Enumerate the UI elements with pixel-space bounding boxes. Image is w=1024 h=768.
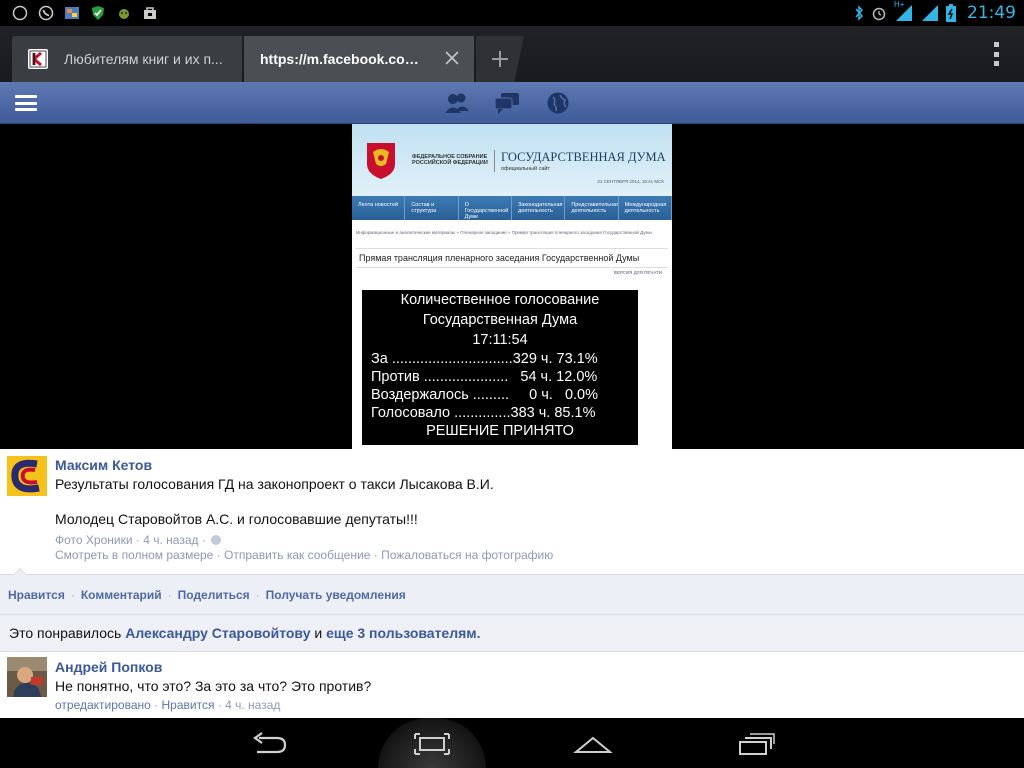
comment: Андрей Попков Не понятно, что это? За эт… [0,652,1024,718]
edited-link[interactable]: отредактировано [55,698,151,712]
duma-small-text: ФЕДЕРАЛЬНОЕ СОБРАНИЕ РОССИЙСКОЙ ФЕДЕРАЦИ… [412,154,488,166]
post-author[interactable]: Максим Кетов [55,457,152,473]
vote-row-abstain: Воздержалось ......... 0 ч. 0.0% [371,387,598,403]
tab-title: https://m.facebook.com... [260,51,428,67]
shopping-bag-icon [144,7,156,19]
post-actions: Нравится · Комментарий · Поделиться · Получ… [0,575,1024,615]
privacy-globe-icon [211,535,222,545]
android-bug-icon [119,9,129,19]
report-photo-link[interactable]: Пожаловаться на фотографию [381,548,553,562]
post-text-secondary: Молодец Старовойтов А.С. и голосовавшие … [55,511,418,527]
tab-title: Любителям книг и их п... [64,51,223,67]
photo-viewer: ФЕДЕРАЛЬНОЕ СОБРАНИЕ РОССИЙСКОЙ ФЕДЕРАЦИ… [0,124,1024,449]
messages-icon[interactable] [494,91,520,115]
duma-nav-item: Лента новостей [352,196,406,220]
new-tab-button[interactable] [476,36,524,82]
plus-icon [492,51,508,67]
tab-facebook[interactable]: https://m.facebook.com... [244,36,474,82]
viber-icon [38,5,54,21]
likes-and: и [314,625,323,641]
post-text: Результаты голосования ГД на законопроек… [55,476,494,492]
compass-icon [12,5,28,21]
facebook-header [0,82,1024,124]
vote-row-for: За ..............................329 ч. … [371,351,598,367]
duma-nav-item: Международная деятельность [619,196,672,220]
comment-time: 4 ч. назад [225,698,281,712]
duma-print-version: ВЕРСИЯ ДЛЯ ПЕЧАТИ [613,270,662,275]
close-tab-icon[interactable] [444,50,460,66]
tab-books[interactable]: Любителям книг и их п... [12,36,242,82]
board-time: 17:11:54 [472,332,528,348]
post-meta: Фото Хроники · 4 ч. назад · [55,533,222,547]
other-likers-link[interactable]: еще 3 пользователям. [326,625,480,641]
status-bar: H+ 21:49 [0,0,1024,26]
signal-strength-icon [922,5,938,21]
send-as-message-link[interactable]: Отправить как сообщение [224,548,370,562]
alarm-icon [872,7,886,21]
duma-nav-item: Представительная деятельность [565,196,619,220]
duma-nav-item: Состав и структура [405,196,459,220]
post-photo[interactable]: ФЕДЕРАЛЬНОЕ СОБРАНИЕ РОССИЙСКОЙ ФЕДЕРАЦИ… [352,124,672,449]
voting-results-board: Количественное голосование Государственн… [362,290,638,445]
avatar[interactable] [7,456,47,496]
duma-title: ГОСУДАРСТВЕННАЯ ДУМА [501,150,666,164]
duma-breadcrumb: Информационные и аналитические материалы… [356,230,652,235]
overflow-menu-button[interactable] [992,42,1000,66]
comment-text: Не понятно, что это? За это за что? Это … [55,678,372,694]
notifications-globe-icon[interactable] [545,91,571,115]
duma-nav-item: Законодательная деятельность [512,196,566,220]
duma-date: 21 СЕНТЯБРЯ 2014, 16:41 МСК [597,179,664,184]
friend-requests-icon[interactable] [444,91,470,115]
comment-author[interactable]: Андрей Попков [55,659,162,675]
system-status: H+ 21:49 [854,0,1016,26]
vote-row-total: Голосовало ..............383 ч. 85.1% [371,405,596,421]
comment-meta: отредактировано · Нравится · 4 ч. назад [55,698,281,712]
menu-icon[interactable] [15,95,37,111]
battery-icon [946,4,956,22]
duma-nav: Лента новостей Состав и структура О Госу… [352,196,672,220]
duma-subtitle: официальный сайт [501,166,551,172]
like-button[interactable]: Нравится [8,588,65,602]
board-subtitle: Государственная Дума [422,312,578,328]
duma-page-title: Прямая трансляция пленарного заседания Г… [359,253,640,263]
share-button[interactable]: Поделиться [178,588,250,602]
vote-row-against: Против ..................... 54 ч. 12.0% [371,369,598,385]
board-result: РЕШЕНИЕ ПРИНЯТО [426,423,574,439]
likes-prefix: Это понравилось [9,625,122,641]
russian-emblem-icon [367,143,395,179]
notification-icons [0,5,158,21]
view-full-size-link[interactable]: Смотреть в полном размере [55,548,213,562]
post-time: 4 ч. назад [143,533,199,547]
duma-nav-item: О Государственной Думе [459,196,512,220]
browser-tab-strip: Любителям книг и их п... https://m.faceb… [0,26,1024,82]
notifications-button[interactable]: Получать уведомления [266,588,406,602]
photo-links: Смотреть в полном размере · Отправить ка… [55,548,554,562]
back-icon[interactable] [249,730,289,758]
clock: 21:49 [967,3,1016,23]
board-title: Количественное голосование [400,292,600,308]
bluetooth-icon [855,5,864,21]
antivirus-shield-icon [92,6,104,20]
mobile-signal-icon: H+ [894,0,914,23]
system-navigation-bar [0,718,1024,768]
comment-like-button[interactable]: Нравится [161,698,214,712]
post: Максим Кетов Результаты голосования ГД н… [0,449,1024,575]
avatar[interactable] [7,657,47,697]
fullscreen-icon[interactable] [412,730,452,758]
comment-button[interactable]: Комментарий [81,588,162,602]
likes-summary: Это понравилось Александру Старовойтову … [0,615,1024,652]
liker-name-link[interactable]: Александру Старовойтову [125,625,310,641]
album-link[interactable]: Фото Хроники [55,533,133,547]
recent-apps-icon[interactable] [736,730,776,758]
network-type-label: H+ [894,0,905,9]
home-icon[interactable] [573,730,613,758]
duma-site-header: ФЕДЕРАЛЬНОЕ СОБРАНИЕ РОССИЙСКОЙ ФЕДЕРАЦИ… [352,124,672,196]
kaspersky-favicon-icon [28,49,48,69]
app-store-icon [65,7,79,19]
